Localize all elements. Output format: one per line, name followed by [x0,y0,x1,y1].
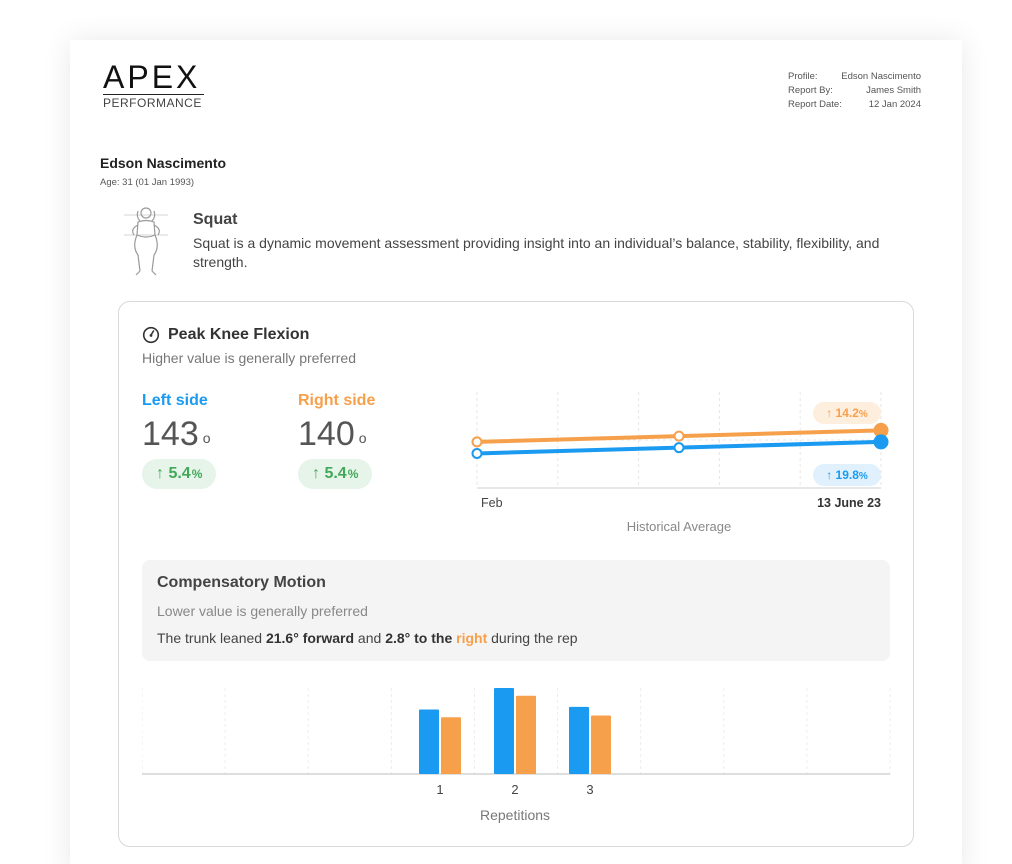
profile-value: Edson Nascimento [841,71,921,82]
test-title: Squat [193,211,238,228]
bar-rep2-left [494,688,514,774]
report-by-value: James Smith [866,85,921,96]
bar-rep1-right [441,717,461,774]
compensatory-text: The trunk leaned 21.6° forward and 2.8° … [157,630,578,646]
squat-figure-icon [124,207,168,276]
x-axis-title: Historical Average [627,519,732,534]
report-sheet: APEX PERFORMANCE Profile: Edson Nasciment… [70,40,962,864]
degree-unit: o [202,430,211,446]
historical-line-chart: ↑ 14.2% ↑ 19.8% Feb 13 June 23 Historical Av… [471,392,889,534]
data-point [471,436,483,448]
compensatory-title: Compensatory Motion [157,574,326,591]
athlete-age: Age: 31 (01 Jan 1993) [100,177,195,188]
gauge-icon [142,326,160,344]
bar-rep2-right [516,695,536,774]
side-lean-value: 2.8° to the [385,630,453,646]
report-date-value: 12 Jan 2024 [868,99,921,110]
bar-rep3-right [591,715,611,774]
metric-title-text: Peak Knee Flexion [168,326,310,343]
metric-title: Peak Knee Flexion [142,326,309,344]
data-point [673,430,685,442]
metric-subtitle: Higher value is generally preferred [142,350,356,366]
x-start-label: Feb [481,496,503,510]
right-trend-badge-text: ↑ 14.2% [826,406,868,420]
brand-name: APEX [103,59,201,95]
athlete-name: Edson Nascimento [100,155,227,171]
left-side-label: Left side [142,392,208,409]
brand-logo: APEX PERFORMANCE [103,60,204,110]
side-lean-direction: right [456,630,488,646]
right-side-value: 140 o [298,415,367,453]
report-by-label: Report By: [788,85,833,96]
repetitions-bar-chart: 1 2 3 Repetitions [142,688,891,823]
metric-card: Peak Knee Flexion Higher value is genera… [118,301,914,847]
left-side-value: 143 o [142,415,211,453]
x-tick-label: 3 [586,782,593,797]
test-description: Squat is a dynamic movement assessment p… [193,235,880,270]
x-tick-label: 1 [436,782,443,797]
bar-rep3-left [569,706,589,774]
x-axis-title: Repetitions [480,807,550,823]
bar-rep1-left [419,709,439,774]
compensatory-motion-panel: Compensatory Motion Lower value is gener… [142,560,890,661]
right-side-label: Right side [298,392,376,409]
report-meta: Profile: Edson Nascimento Report By: James… [788,70,921,112]
right-change-badge: ↑ 5.4% [298,459,373,489]
compensatory-subtitle: Lower value is generally preferred [157,603,368,619]
right-side-stat: Right side 140 o ↑ 5.4% [298,392,375,489]
data-point [873,434,889,450]
forward-lean-value: 21.6° forward [265,630,355,646]
data-point [673,442,685,454]
arrow-up-icon: ↑ [156,465,169,482]
degree-unit: o [358,430,367,446]
left-side-stat: Left side 143 o ↑ 5.4% [142,392,217,489]
arrow-up-icon: ↑ [312,465,325,482]
left-trend-badge-text: ↑ 19.8% [826,468,868,482]
brand-tagline: PERFORMANCE [103,94,204,110]
x-tick-label: 2 [511,782,518,797]
report-date-label: Report Date: [788,99,842,110]
x-end-label: 13 June 23 [817,496,881,510]
data-point [471,447,483,459]
profile-label: Profile: [788,71,818,82]
left-change-badge: ↑ 5.4% [142,459,217,489]
